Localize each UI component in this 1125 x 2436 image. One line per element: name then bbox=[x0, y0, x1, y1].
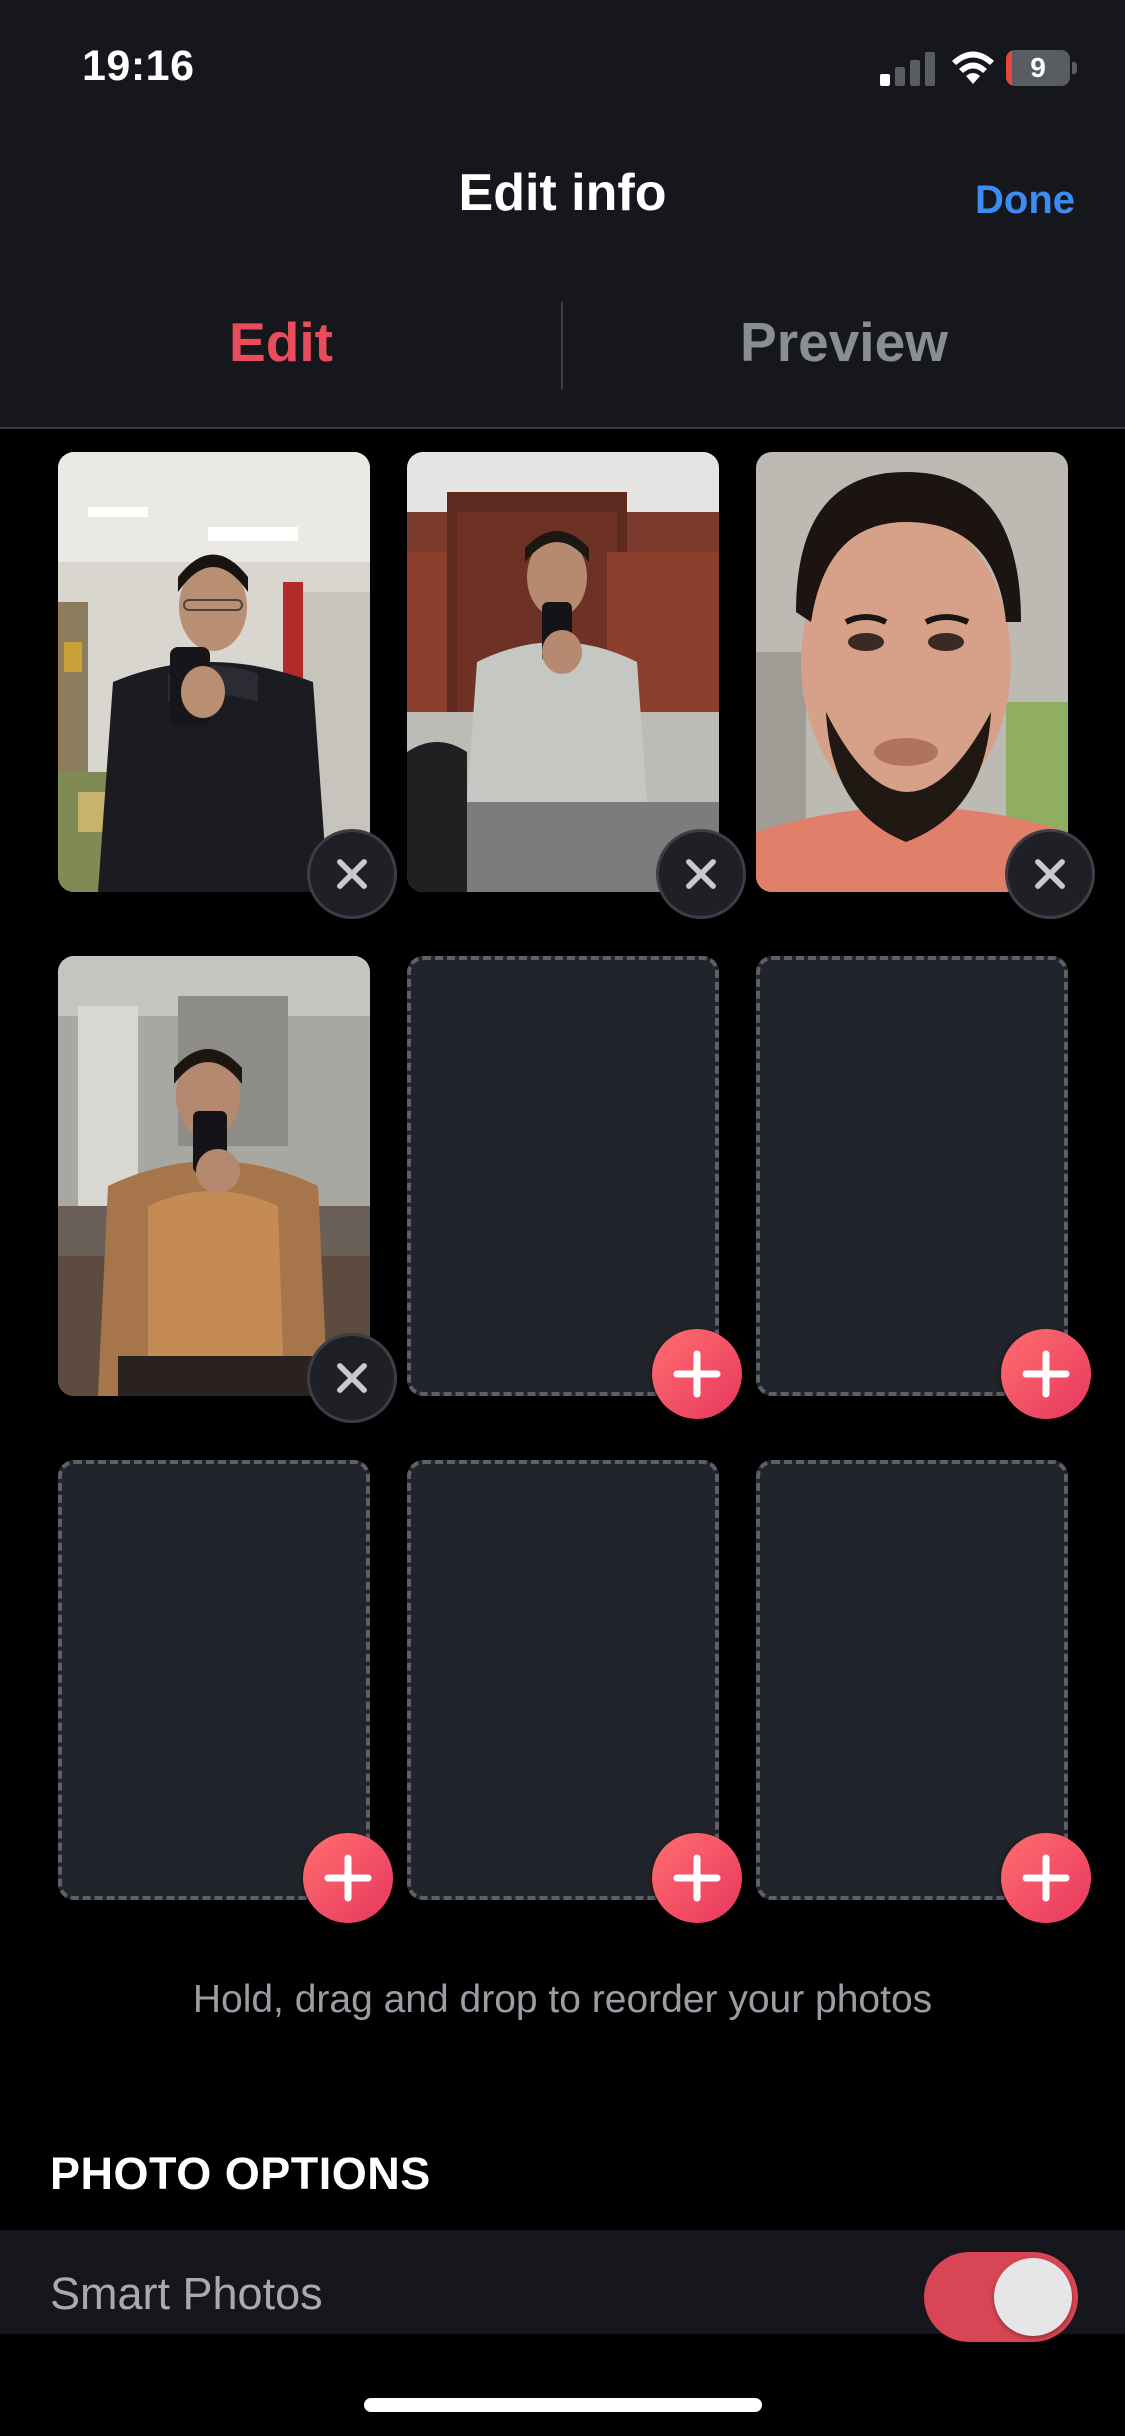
battery-cap bbox=[1072, 62, 1077, 74]
battery-body: 9 bbox=[1006, 50, 1070, 86]
plus-icon bbox=[324, 1854, 372, 1902]
header: 19:16 9 Edit info Done Edit Preview bbox=[0, 0, 1125, 429]
photo-options-heading: PHOTO OPTIONS bbox=[50, 2148, 431, 2199]
plus-icon bbox=[673, 1350, 721, 1398]
toggle-knob bbox=[994, 2258, 1072, 2336]
plus-icon bbox=[673, 1854, 721, 1902]
photo-slot-9[interactable] bbox=[756, 1460, 1091, 1923]
photo-locker-selfie bbox=[407, 452, 719, 892]
close-icon bbox=[337, 859, 367, 889]
photo-face-closeup bbox=[756, 452, 1068, 892]
photo-slot-8[interactable] bbox=[407, 1460, 742, 1923]
smart-photos-row: Smart Photos bbox=[0, 2230, 1125, 2342]
remove-photo-button[interactable] bbox=[307, 829, 397, 919]
add-photo-button[interactable] bbox=[303, 1833, 393, 1923]
plus-icon bbox=[1022, 1854, 1070, 1902]
status-bar: 19:16 9 bbox=[0, 0, 1125, 130]
wifi-icon bbox=[952, 51, 994, 84]
add-photo-button[interactable] bbox=[652, 1329, 742, 1419]
cellular-signal-icon bbox=[880, 52, 935, 86]
photo-slot-2[interactable] bbox=[407, 452, 746, 919]
photo-slot-6[interactable] bbox=[756, 956, 1091, 1419]
home-indicator bbox=[364, 2398, 762, 2412]
photo-slot-7[interactable] bbox=[58, 1460, 393, 1923]
done-button[interactable]: Done bbox=[975, 178, 1075, 223]
photo-slot-4[interactable] bbox=[58, 956, 397, 1423]
photo-tanktop-selfie bbox=[58, 956, 370, 1396]
smart-photos-toggle[interactable] bbox=[924, 2252, 1078, 2342]
photo-slot-5[interactable] bbox=[407, 956, 742, 1419]
photo-slot-1[interactable] bbox=[58, 452, 397, 919]
page-title: Edit info bbox=[458, 164, 667, 222]
battery-icon: 9 bbox=[1006, 50, 1078, 86]
remove-photo-button[interactable] bbox=[1005, 829, 1095, 919]
close-icon bbox=[1035, 859, 1065, 889]
smart-photos-label: Smart Photos bbox=[50, 2268, 323, 2319]
reorder-hint: Hold, drag and drop to reorder your phot… bbox=[192, 1978, 933, 2021]
plus-icon bbox=[1022, 1350, 1070, 1398]
tab-preview[interactable]: Preview bbox=[563, 310, 1125, 374]
close-icon bbox=[337, 1363, 367, 1393]
close-icon bbox=[686, 859, 716, 889]
remove-photo-button[interactable] bbox=[656, 829, 746, 919]
status-time: 19:16 bbox=[82, 42, 195, 90]
tab-edit[interactable]: Edit bbox=[0, 310, 562, 374]
photo-jacket-selfie bbox=[58, 452, 370, 892]
add-photo-button[interactable] bbox=[1001, 1833, 1091, 1923]
photo-slot-3[interactable] bbox=[756, 452, 1095, 919]
battery-level: 9 bbox=[1030, 52, 1046, 83]
add-photo-button[interactable] bbox=[652, 1833, 742, 1923]
add-photo-button[interactable] bbox=[1001, 1329, 1091, 1419]
remove-photo-button[interactable] bbox=[307, 1333, 397, 1423]
